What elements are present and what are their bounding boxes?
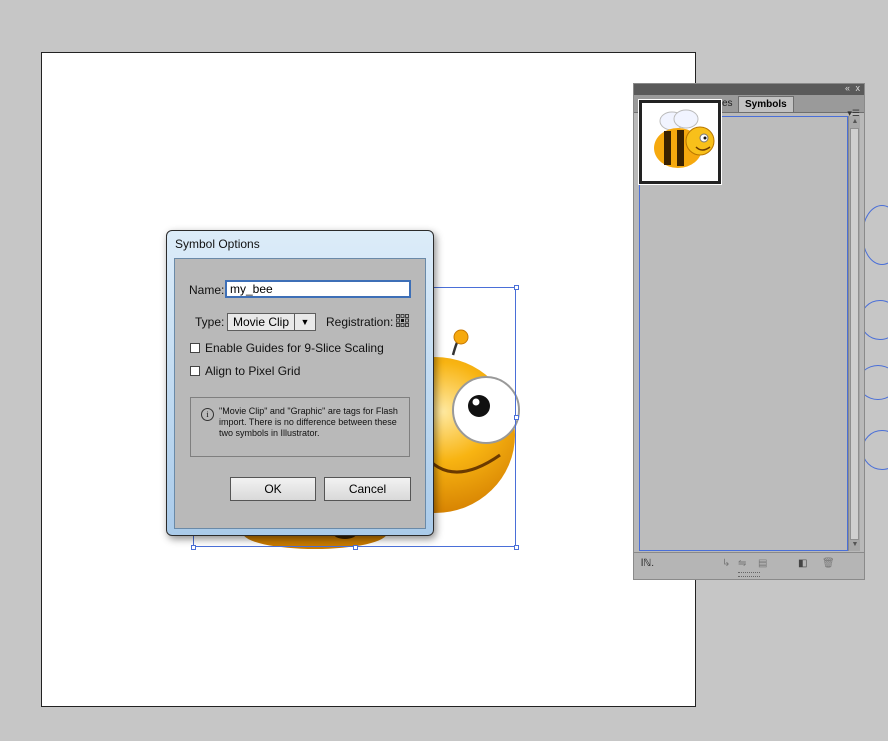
bee-icon (654, 109, 715, 168)
type-select-value: Movie Clip (233, 315, 290, 329)
collapse-icon[interactable]: « (845, 83, 850, 94)
cancel-button[interactable]: Cancel (324, 477, 411, 501)
symbol-item[interactable] (638, 99, 722, 185)
new-symbol-icon[interactable]: ◧ (798, 558, 807, 569)
info-icon: i (201, 408, 214, 421)
dialog-body: Name: my_bee Type: Movie Clip ▼ Registra… (174, 258, 426, 529)
type-select[interactable]: Movie Clip ▼ (227, 313, 316, 331)
scroll-up-icon[interactable]: ▲ (850, 117, 860, 127)
panel-titlebar[interactable]: « x (634, 83, 864, 95)
selection-handle[interactable] (514, 415, 519, 420)
resize-grip[interactable] (738, 572, 760, 577)
ok-button[interactable]: OK (230, 477, 316, 501)
name-field[interactable]: my_bee (225, 280, 411, 298)
symbol-options-dialog: Symbol Options Name: my_bee Type: Movie … (166, 230, 434, 536)
scroll-down-icon[interactable]: ▼ (850, 540, 860, 550)
dialog-title: Symbol Options (175, 237, 260, 251)
tab-symbols[interactable]: Symbols (738, 96, 794, 112)
close-icon[interactable]: x (856, 83, 861, 94)
selection-handle[interactable] (353, 545, 358, 550)
info-box: i "Movie Clip" and "Graphic" are tags fo… (190, 397, 410, 457)
nine-slice-label: Enable Guides for 9-Slice Scaling (205, 341, 384, 355)
selection-handle[interactable] (514, 545, 519, 550)
path-outline (862, 205, 888, 265)
chevron-down-icon[interactable]: ▼ (294, 314, 315, 330)
delete-symbol-icon[interactable]: 🗑 (822, 558, 835, 569)
pixel-grid-checkbox[interactable] (190, 366, 200, 376)
scroll-thumb[interactable] (850, 128, 859, 540)
path-outline (862, 430, 888, 470)
panel-footer: lℕ. ↳ ⇋ ▤ ◧ 🗑 (634, 552, 864, 579)
symbol-options-icon[interactable]: ▤ (758, 558, 767, 569)
type-label: Type: (195, 315, 225, 329)
selection-handle[interactable] (191, 545, 196, 550)
symbol-libraries-menu-icon[interactable]: lℕ. (641, 558, 654, 569)
info-text: "Movie Clip" and "Graphic" are tags for … (219, 406, 398, 438)
selection-handle[interactable] (514, 285, 519, 290)
nine-slice-checkbox[interactable] (190, 343, 200, 353)
place-symbol-icon[interactable]: ↳ (722, 558, 730, 569)
registration-label: Registration: (326, 315, 394, 329)
pixel-grid-label: Align to Pixel Grid (205, 364, 301, 378)
registration-grid-icon[interactable] (396, 314, 409, 327)
scrollbar[interactable]: ▲ ▼ (848, 116, 860, 551)
break-link-icon[interactable]: ⇋ (738, 558, 746, 569)
name-label: Name: (189, 283, 225, 297)
